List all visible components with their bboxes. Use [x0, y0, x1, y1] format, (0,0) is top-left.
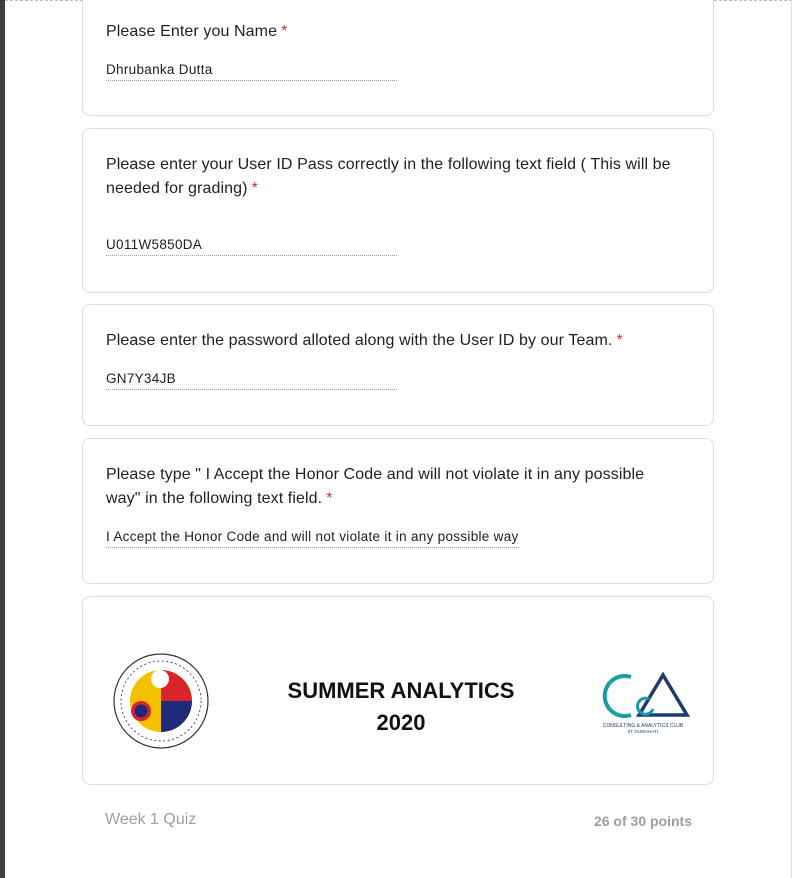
- question-title: Please Enter you Name *: [106, 20, 683, 44]
- quiz-name: Week 1 Quiz: [105, 811, 197, 828]
- answer-field-honor-code[interactable]: I Accept the Honor Code and will not vio…: [106, 528, 519, 548]
- question-label: Please Enter you Name: [106, 23, 278, 40]
- banner-title-line1: SUMMER ANALYTICS: [287, 678, 515, 703]
- question-title: Please enter your User ID Pass correctly…: [106, 153, 683, 201]
- question-card-password: Please enter the password alloted along …: [82, 304, 714, 426]
- window-left-edge: [0, 0, 5, 878]
- question-label: Please enter your User ID Pass correctly…: [106, 156, 671, 197]
- question-card-name: Please Enter you Name * Dhrubanka Dutta: [82, 0, 714, 116]
- banner-title-line2: 2020: [376, 710, 426, 735]
- question-label: Please type " I Accept the Honor Code an…: [106, 466, 645, 507]
- question-title: Please type " I Accept the Honor Code an…: [106, 463, 683, 511]
- required-asterisk: *: [281, 23, 288, 40]
- svg-text:IIT GUWAHATI: IIT GUWAHATI: [628, 729, 658, 734]
- banner-title: SUMMER ANALYTICS 2020: [273, 675, 529, 739]
- answer-field-name[interactable]: Dhrubanka Dutta: [106, 61, 397, 81]
- answer-field-user-id[interactable]: U011W5850DA: [106, 236, 397, 256]
- question-card-honor-code: Please type " I Accept the Honor Code an…: [82, 438, 714, 584]
- question-label: Please enter the password alloted along …: [106, 332, 613, 349]
- score-text: 26 of 30 points: [593, 813, 692, 829]
- answer-field-password[interactable]: GN7Y34JB: [106, 370, 397, 390]
- required-asterisk: *: [616, 332, 623, 349]
- required-asterisk: *: [326, 490, 333, 507]
- ca-club-logo: CONSULTING & ANALYTICS CLUB IIT GUWAHATI: [603, 671, 691, 734]
- banner-card: SUMMER ANALYTICS 2020 CONSULTING & ANALY…: [82, 596, 714, 785]
- question-title: Please enter the password alloted along …: [106, 329, 683, 353]
- question-card-user-id: Please enter your User ID Pass correctly…: [82, 128, 714, 293]
- required-asterisk: *: [251, 180, 258, 197]
- iitg-logo: [113, 653, 209, 749]
